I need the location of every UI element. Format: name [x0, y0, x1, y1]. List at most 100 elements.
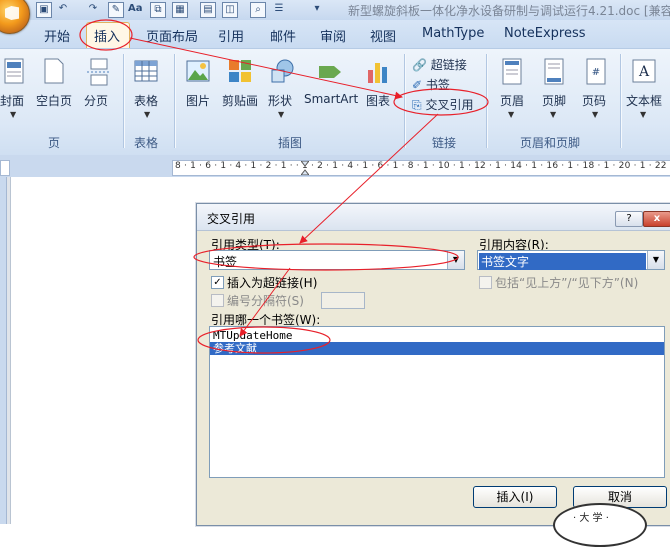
- tab-view[interactable]: 视图: [370, 26, 396, 45]
- clipart-icon: [229, 60, 251, 82]
- blank-page-icon: [44, 58, 64, 84]
- tab-insert[interactable]: 插入: [94, 26, 120, 45]
- bookmark-icon: ✐: [412, 78, 423, 92]
- page-view-icon[interactable]: ◫: [222, 2, 238, 18]
- group-separator: [620, 54, 621, 148]
- save-icon[interactable]: ▣: [36, 2, 52, 18]
- cover-dropdown-icon[interactable]: ▼: [10, 110, 16, 119]
- tab-mathtype[interactable]: MathType: [422, 26, 484, 41]
- header-dropdown-icon[interactable]: ▼: [508, 110, 514, 119]
- svg-text:A: A: [638, 64, 650, 80]
- group-label-links: 链接: [432, 136, 457, 150]
- footer-dropdown-icon[interactable]: ▼: [550, 110, 556, 119]
- window-title: 新型螺旋斜板一体化净水设备研制与调试运行4.21.doc [兼容: [348, 4, 670, 18]
- vertical-ruler[interactable]: [0, 177, 7, 524]
- number-separator-label: 编号分隔符(S): [227, 294, 304, 308]
- customize-icon[interactable]: ▾: [310, 2, 324, 16]
- page-number-dropdown-icon[interactable]: ▼: [592, 110, 598, 119]
- cover-button[interactable]: 封面: [0, 92, 24, 109]
- cross-reference-button[interactable]: ⎘ 交叉引用: [412, 96, 473, 113]
- group-separator: [486, 54, 487, 148]
- chevron-down-icon[interactable]: ▼: [447, 251, 464, 269]
- group-separator: [123, 54, 124, 148]
- cross-reference-dialog: 交叉引用 ? x 引用类型(T): 书签 ▼ 引用内容(R): 书签文字 ▼ ✓…: [196, 203, 670, 526]
- number-separator-checkbox[interactable]: [211, 294, 224, 307]
- tab-review[interactable]: 审阅: [320, 26, 346, 45]
- header-icon: [502, 58, 522, 85]
- table-icon: [134, 60, 158, 82]
- clipart-button[interactable]: 剪贴画: [222, 92, 258, 109]
- shapes-dropdown-icon[interactable]: ▼: [278, 110, 284, 119]
- chevron-down-icon[interactable]: ▼: [647, 251, 664, 269]
- group-separator: [174, 54, 175, 148]
- ref-type-value: 书签: [213, 255, 238, 269]
- list-item-label: MTUpdateHome: [213, 329, 293, 342]
- seal-text: · 大 学 ·: [573, 513, 609, 524]
- ruler-corner[interactable]: [0, 160, 10, 176]
- tab-home[interactable]: 开始: [44, 26, 70, 45]
- ref-content-select[interactable]: 书签文字 ▼: [477, 250, 665, 270]
- picture-icon: [186, 60, 210, 82]
- indent-marker-icon[interactable]: [300, 161, 310, 175]
- footer-button[interactable]: 页脚: [542, 92, 566, 109]
- bookmark-list[interactable]: MTUpdateHome 参考文献: [209, 326, 665, 478]
- shapes-button[interactable]: 形状: [268, 92, 292, 109]
- include-above-below-label: 包括“见上方”/“见下方”(N): [495, 276, 639, 290]
- footer-icon: [544, 58, 564, 85]
- tab-references[interactable]: 引用: [218, 26, 244, 45]
- page-break-icon: [87, 58, 109, 86]
- page-number-button[interactable]: 页码: [582, 92, 606, 109]
- smartart-button[interactable]: SmartArt: [304, 92, 358, 106]
- header-button[interactable]: 页眉: [500, 92, 524, 109]
- list-icon[interactable]: ☰: [272, 2, 286, 16]
- undo-icon[interactable]: ↶: [56, 2, 70, 16]
- textbox-button[interactable]: 文本框: [626, 92, 662, 109]
- blank-page-button[interactable]: 空白页: [36, 92, 72, 109]
- layout-icon[interactable]: ▤: [200, 2, 216, 18]
- page-break-button[interactable]: 分页: [84, 92, 108, 109]
- tab-mailings[interactable]: 邮件: [270, 26, 296, 45]
- group-label-pages: 页: [48, 136, 61, 150]
- insert-button[interactable]: 插入(I): [473, 486, 557, 508]
- print-preview-icon[interactable]: ⌕: [250, 2, 266, 18]
- table-icon[interactable]: ▦: [172, 2, 188, 18]
- help-button[interactable]: ?: [615, 211, 643, 227]
- hyperlink-button[interactable]: 🔗 超链接: [412, 56, 467, 73]
- list-item[interactable]: MTUpdateHome: [210, 329, 664, 342]
- ref-type-select[interactable]: 书签 ▼: [209, 250, 465, 270]
- textbox-dropdown-icon[interactable]: ▼: [640, 110, 646, 119]
- textbox-icon: A: [632, 59, 656, 83]
- dialog-title-bar[interactable]: 交叉引用 ? x: [197, 204, 670, 231]
- chart-button[interactable]: 图表: [366, 92, 390, 109]
- number-separator-input[interactable]: [321, 292, 365, 309]
- ruler-ticks: 8 · 1 · 6 · 1 · 4 · 1 · 2 · 1 · · 1 · 2 …: [175, 161, 667, 171]
- cover-page-icon: [4, 58, 24, 84]
- insert-as-hyperlink-label: 插入为超链接(H): [227, 276, 318, 290]
- tab-page-layout[interactable]: 页面布局: [146, 26, 198, 45]
- table-dropdown-icon[interactable]: ▼: [144, 110, 150, 119]
- tab-noteexpress[interactable]: NoteExpress: [504, 26, 586, 41]
- seal-stamp: · 大 学 ·: [553, 503, 647, 547]
- hyperlink-label: 超链接: [430, 58, 467, 72]
- insert-as-hyperlink-checkbox[interactable]: ✓: [211, 276, 224, 289]
- bookmark-button[interactable]: ✐ 书签: [412, 76, 450, 93]
- list-item[interactable]: 参考文献: [210, 342, 664, 355]
- horizontal-ruler[interactable]: 8 · 1 · 6 · 1 · 4 · 1 · 2 · 1 · · 1 · 2 …: [172, 160, 670, 176]
- font-icon[interactable]: Aa: [128, 2, 143, 16]
- picture-button[interactable]: 图片: [186, 92, 210, 109]
- table-button[interactable]: 表格: [134, 92, 158, 109]
- include-above-below-checkbox[interactable]: [479, 276, 492, 289]
- smartart-icon: [319, 66, 341, 78]
- copy-icon[interactable]: ⧉: [150, 2, 166, 18]
- close-icon: x: [653, 213, 661, 224]
- bookmark-label: 书签: [425, 78, 450, 92]
- ref-content-value: 书签文字: [479, 253, 646, 270]
- cross-reference-icon: ⎘: [412, 98, 422, 112]
- redo-icon[interactable]: ↷: [86, 2, 100, 16]
- close-button[interactable]: x: [643, 211, 670, 227]
- shapes-icon: [271, 59, 294, 83]
- new-doc-icon[interactable]: ✎: [108, 2, 124, 18]
- group-label-tables: 表格: [134, 136, 159, 150]
- page-number-icon: #: [586, 58, 606, 85]
- office-logo-icon: [5, 6, 19, 20]
